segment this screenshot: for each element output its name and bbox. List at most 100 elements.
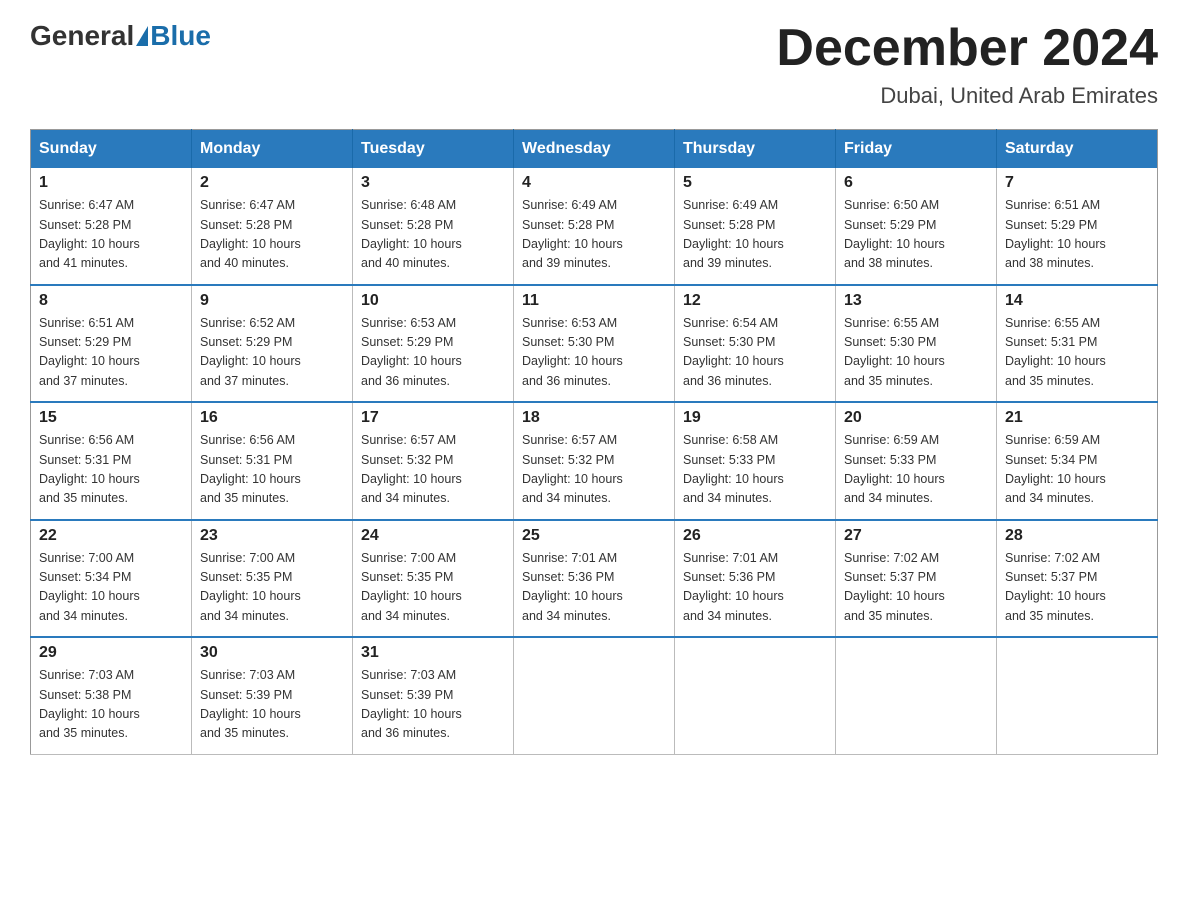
calendar-week-row: 22 Sunrise: 7:00 AMSunset: 5:34 PMDayligh… <box>31 520 1158 638</box>
day-number: 11 <box>522 292 666 310</box>
day-info: Sunrise: 6:51 AMSunset: 5:29 PMDaylight:… <box>1005 196 1149 274</box>
calendar-cell: 18 Sunrise: 6:57 AMSunset: 5:32 PMDayligh… <box>514 402 675 520</box>
day-number: 14 <box>1005 292 1149 310</box>
day-number: 17 <box>361 409 505 427</box>
header-friday: Friday <box>836 130 997 169</box>
day-info: Sunrise: 6:53 AMSunset: 5:30 PMDaylight:… <box>522 314 666 392</box>
day-number: 16 <box>200 409 344 427</box>
calendar-cell: 22 Sunrise: 7:00 AMSunset: 5:34 PMDayligh… <box>31 520 192 638</box>
header-tuesday: Tuesday <box>353 130 514 169</box>
day-number: 30 <box>200 644 344 662</box>
month-year-title: December 2024 <box>776 20 1158 77</box>
day-number: 15 <box>39 409 183 427</box>
day-number: 9 <box>200 292 344 310</box>
calendar-cell <box>675 637 836 754</box>
day-info: Sunrise: 6:47 AMSunset: 5:28 PMDaylight:… <box>39 196 183 274</box>
calendar-cell: 12 Sunrise: 6:54 AMSunset: 5:30 PMDayligh… <box>675 285 836 403</box>
day-number: 25 <box>522 527 666 545</box>
calendar-cell: 15 Sunrise: 6:56 AMSunset: 5:31 PMDayligh… <box>31 402 192 520</box>
day-number: 19 <box>683 409 827 427</box>
calendar-cell: 30 Sunrise: 7:03 AMSunset: 5:39 PMDayligh… <box>192 637 353 754</box>
day-number: 2 <box>200 174 344 192</box>
day-info: Sunrise: 6:50 AMSunset: 5:29 PMDaylight:… <box>844 196 988 274</box>
day-info: Sunrise: 7:00 AMSunset: 5:35 PMDaylight:… <box>361 549 505 627</box>
day-info: Sunrise: 7:02 AMSunset: 5:37 PMDaylight:… <box>1005 549 1149 627</box>
day-info: Sunrise: 7:01 AMSunset: 5:36 PMDaylight:… <box>522 549 666 627</box>
calendar-cell <box>997 637 1158 754</box>
calendar-cell: 17Sunrise: 6:57 AMSunset: 5:32 PMDayligh… <box>353 402 514 520</box>
logo-blue-text: Blue <box>150 20 211 52</box>
calendar-cell: 8Sunrise: 6:51 AMSunset: 5:29 PMDaylight… <box>31 285 192 403</box>
day-number: 4 <box>522 174 666 192</box>
day-info: Sunrise: 6:54 AMSunset: 5:30 PMDaylight:… <box>683 314 827 392</box>
calendar-title-area: December 2024 Dubai, United Arab Emirate… <box>776 20 1158 109</box>
day-number: 1 <box>39 174 183 192</box>
calendar-cell: 26 Sunrise: 7:01 AMSunset: 5:36 PMDayligh… <box>675 520 836 638</box>
day-info: Sunrise: 6:55 AMSunset: 5:30 PMDaylight:… <box>844 314 988 392</box>
location-subtitle: Dubai, United Arab Emirates <box>776 83 1158 109</box>
header-sunday: Sunday <box>31 130 192 169</box>
day-number: 26 <box>683 527 827 545</box>
calendar-cell: 16 Sunrise: 6:56 AMSunset: 5:31 PMDayligh… <box>192 402 353 520</box>
day-number: 21 <box>1005 409 1149 427</box>
calendar-cell: 23Sunrise: 7:00 AMSunset: 5:35 PMDayligh… <box>192 520 353 638</box>
calendar-cell: 7 Sunrise: 6:51 AMSunset: 5:29 PMDaylight… <box>997 168 1158 285</box>
logo: General Blue <box>30 20 211 52</box>
day-info: Sunrise: 6:55 AMSunset: 5:31 PMDaylight:… <box>1005 314 1149 392</box>
calendar-cell: 9 Sunrise: 6:52 AMSunset: 5:29 PMDaylight… <box>192 285 353 403</box>
day-info: Sunrise: 6:52 AMSunset: 5:29 PMDaylight:… <box>200 314 344 392</box>
day-number: 22 <box>39 527 183 545</box>
day-number: 10 <box>361 292 505 310</box>
day-info: Sunrise: 6:48 AMSunset: 5:28 PMDaylight:… <box>361 196 505 274</box>
day-number: 3 <box>361 174 505 192</box>
page-header: General Blue December 2024 Dubai, United… <box>30 20 1158 109</box>
calendar-cell: 3 Sunrise: 6:48 AMSunset: 5:28 PMDaylight… <box>353 168 514 285</box>
day-number: 27 <box>844 527 988 545</box>
day-info: Sunrise: 6:59 AMSunset: 5:34 PMDaylight:… <box>1005 431 1149 509</box>
day-info: Sunrise: 7:01 AMSunset: 5:36 PMDaylight:… <box>683 549 827 627</box>
day-info: Sunrise: 7:03 AMSunset: 5:39 PMDaylight:… <box>361 666 505 744</box>
day-number: 6 <box>844 174 988 192</box>
calendar-header-row: SundayMondayTuesdayWednesdayThursdayFrid… <box>31 130 1158 169</box>
calendar-cell: 10 Sunrise: 6:53 AMSunset: 5:29 PMDayligh… <box>353 285 514 403</box>
calendar-cell: 28 Sunrise: 7:02 AMSunset: 5:37 PMDayligh… <box>997 520 1158 638</box>
calendar-cell: 1 Sunrise: 6:47 AMSunset: 5:28 PMDaylight… <box>31 168 192 285</box>
day-info: Sunrise: 6:57 AMSunset: 5:32 PMDaylight:… <box>522 431 666 509</box>
day-info: Sunrise: 7:00 AMSunset: 5:35 PMDaylight:… <box>200 549 344 627</box>
calendar-cell: 5Sunrise: 6:49 AMSunset: 5:28 PMDaylight… <box>675 168 836 285</box>
calendar-week-row: 8Sunrise: 6:51 AMSunset: 5:29 PMDaylight… <box>31 285 1158 403</box>
calendar-cell: 14 Sunrise: 6:55 AMSunset: 5:31 PMDayligh… <box>997 285 1158 403</box>
header-monday: Monday <box>192 130 353 169</box>
calendar-cell: 31 Sunrise: 7:03 AMSunset: 5:39 PMDayligh… <box>353 637 514 754</box>
day-number: 13 <box>844 292 988 310</box>
day-info: Sunrise: 6:51 AMSunset: 5:29 PMDaylight:… <box>39 314 183 392</box>
day-info: Sunrise: 6:56 AMSunset: 5:31 PMDaylight:… <box>200 431 344 509</box>
day-number: 18 <box>522 409 666 427</box>
day-number: 7 <box>1005 174 1149 192</box>
calendar-week-row: 29Sunrise: 7:03 AMSunset: 5:38 PMDayligh… <box>31 637 1158 754</box>
day-number: 12 <box>683 292 827 310</box>
calendar-cell: 25 Sunrise: 7:01 AMSunset: 5:36 PMDayligh… <box>514 520 675 638</box>
calendar-cell: 24Sunrise: 7:00 AMSunset: 5:35 PMDayligh… <box>353 520 514 638</box>
calendar-cell: 20 Sunrise: 6:59 AMSunset: 5:33 PMDayligh… <box>836 402 997 520</box>
day-info: Sunrise: 6:53 AMSunset: 5:29 PMDaylight:… <box>361 314 505 392</box>
day-number: 20 <box>844 409 988 427</box>
day-info: Sunrise: 7:03 AMSunset: 5:38 PMDaylight:… <box>39 666 183 744</box>
calendar-cell: 13 Sunrise: 6:55 AMSunset: 5:30 PMDayligh… <box>836 285 997 403</box>
day-info: Sunrise: 6:59 AMSunset: 5:33 PMDaylight:… <box>844 431 988 509</box>
day-number: 28 <box>1005 527 1149 545</box>
day-info: Sunrise: 7:03 AMSunset: 5:39 PMDaylight:… <box>200 666 344 744</box>
calendar-week-row: 15 Sunrise: 6:56 AMSunset: 5:31 PMDayligh… <box>31 402 1158 520</box>
day-info: Sunrise: 6:56 AMSunset: 5:31 PMDaylight:… <box>39 431 183 509</box>
logo-triangle-icon <box>136 26 148 46</box>
calendar-cell: 27Sunrise: 7:02 AMSunset: 5:37 PMDayligh… <box>836 520 997 638</box>
calendar-table: SundayMondayTuesdayWednesdayThursdayFrid… <box>30 129 1158 755</box>
header-thursday: Thursday <box>675 130 836 169</box>
day-number: 31 <box>361 644 505 662</box>
calendar-cell: 11 Sunrise: 6:53 AMSunset: 5:30 PMDayligh… <box>514 285 675 403</box>
day-info: Sunrise: 6:49 AMSunset: 5:28 PMDaylight:… <box>522 196 666 274</box>
calendar-cell: 4 Sunrise: 6:49 AMSunset: 5:28 PMDaylight… <box>514 168 675 285</box>
logo-general-text: General <box>30 20 134 52</box>
calendar-cell: 19Sunrise: 6:58 AMSunset: 5:33 PMDayligh… <box>675 402 836 520</box>
day-info: Sunrise: 7:00 AMSunset: 5:34 PMDaylight:… <box>39 549 183 627</box>
